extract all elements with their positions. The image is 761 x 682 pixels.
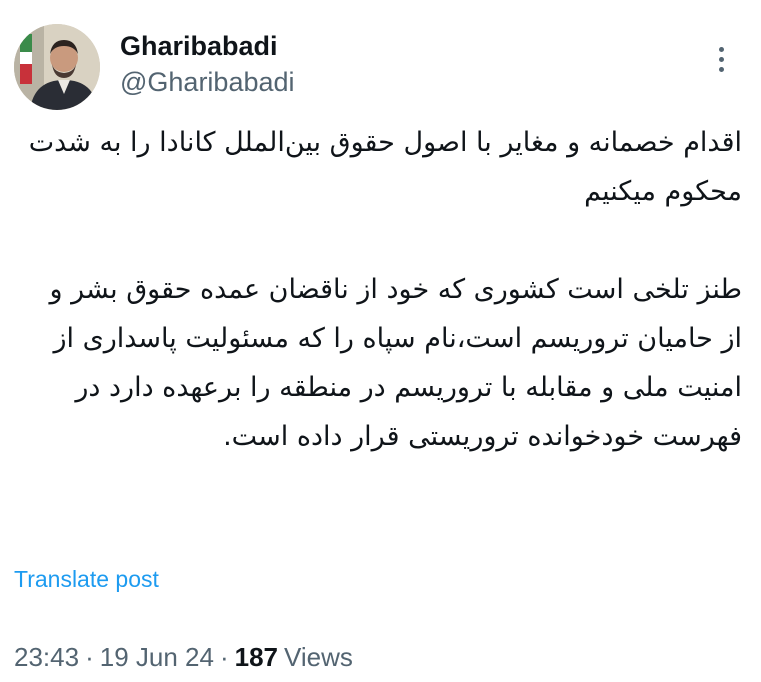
separator: · [85, 642, 94, 672]
tweet-card: Gharibabadi @Gharibabadi اقدام خصمانه و … [0, 0, 761, 682]
separator: · [219, 642, 229, 672]
post-paragraph: اقدام خصمانه و مغایر با اصول حقوق بین‌ال… [28, 127, 742, 207]
post-meta: 23:43 · 19 Jun 24 · 187 Views [14, 641, 353, 673]
more-dot [718, 56, 724, 62]
handle[interactable]: @Gharibabadi [120, 66, 295, 98]
post-paragraph: طنز تلخی است کشوری که خود از ناقضان عمده… [49, 274, 743, 452]
avatar-image [14, 24, 100, 110]
display-name[interactable]: Gharibabadi [120, 30, 295, 62]
views-count: 187 [234, 642, 279, 672]
post-text: اقدام خصمانه و مغایر با اصول حقوق بین‌ال… [22, 118, 742, 461]
post-time[interactable]: 23:43 [14, 642, 79, 672]
views-label: Views [284, 642, 353, 672]
post-date[interactable]: 19 Jun 24 [100, 642, 214, 672]
translate-post-link[interactable]: Translate post [14, 564, 159, 594]
more-dot [718, 66, 724, 72]
author-names: Gharibabadi @Gharibabadi [120, 30, 295, 98]
more-horizontal-icon[interactable] [708, 44, 734, 74]
more-dot [718, 46, 724, 52]
avatar[interactable] [14, 24, 100, 110]
